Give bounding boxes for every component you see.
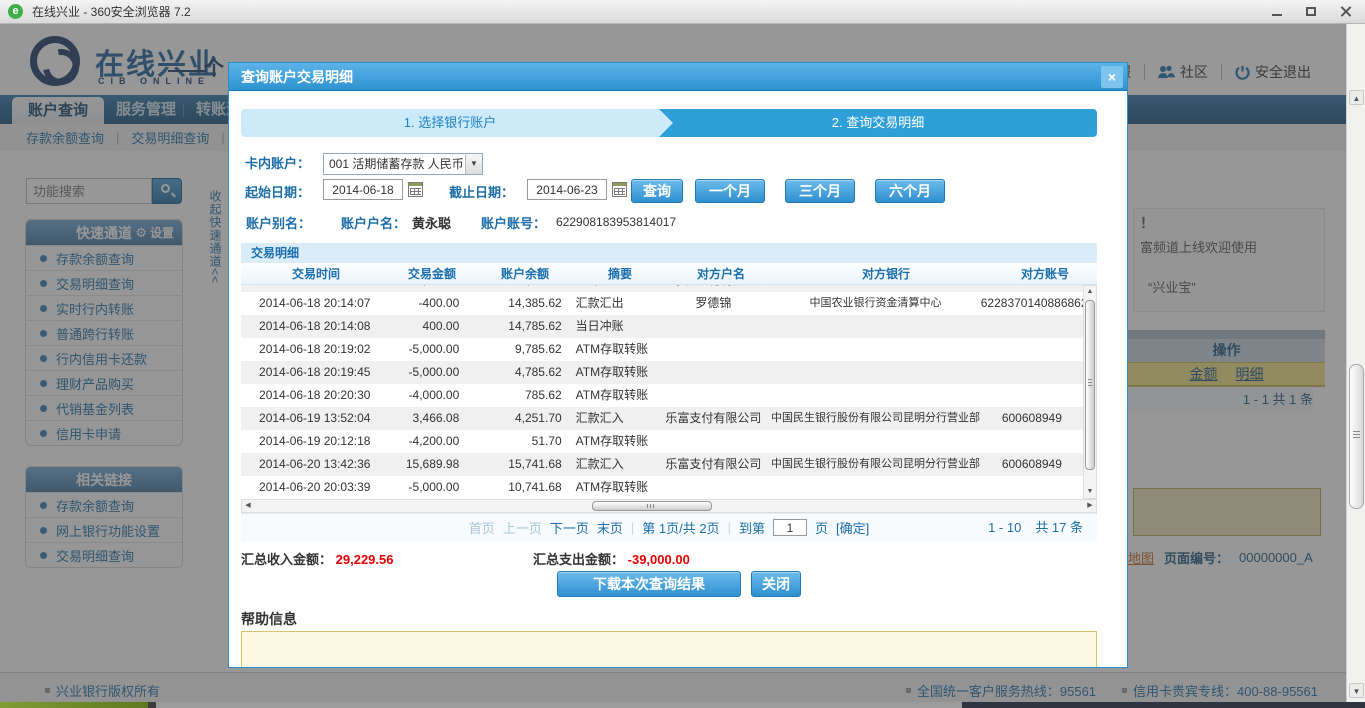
start-date-input[interactable]: [323, 179, 403, 200]
transaction-query-dialog: 查询账户交易明细 × 1. 选择银行账户 2. 查询交易明细 卡内账户： 001…: [228, 62, 1128, 668]
scrollbar-thumb[interactable]: [592, 501, 712, 511]
page-info: 第 1页/共 2页: [642, 521, 720, 536]
table-body: 2014-06-19 13:52:04 3,466.08 4,251.70 汇款…: [241, 285, 1083, 499]
col-balance: 账户余额: [500, 267, 549, 281]
close-dialog-button[interactable]: 关闭: [751, 571, 801, 597]
goto-label: 到第: [738, 521, 765, 536]
table-horizontal-scrollbar[interactable]: [241, 499, 1097, 513]
table-vertical-scrollbar[interactable]: [1083, 285, 1097, 499]
maximize-button[interactable]: [1297, 2, 1325, 21]
step-1-select-account: 1. 选择银行账户: [241, 109, 659, 137]
minimize-button[interactable]: [1263, 2, 1291, 21]
one-month-button[interactable]: 一个月: [695, 179, 765, 203]
next-page-link[interactable]: 下一页: [550, 518, 589, 537]
expense-total-value: -39,000.00: [627, 552, 690, 567]
prev-page-link[interactable]: 上一页: [503, 518, 542, 537]
col-summary: 摘要: [607, 267, 632, 281]
income-total-label: 汇总收入金额：: [241, 552, 333, 567]
col-time: 交易时间: [291, 267, 340, 281]
scroll-down-icon[interactable]: [1084, 486, 1096, 498]
table-row: 2014-06-18 20:14:07 -400.00 14,385.62 汇款…: [241, 292, 1083, 315]
date-range-row: 起始日期： 截止日期： 查询 一个月 三个月 六个月: [245, 179, 1105, 205]
table-section-title: 交易明细: [241, 243, 1097, 263]
close-icon[interactable]: ×: [1101, 66, 1123, 88]
browser-icon: e: [8, 4, 23, 19]
table-row: 2014-06-18 20:19:45 -5,000.00 4,785.62 A…: [241, 361, 1083, 384]
pagination: 首页 上一页 下一页 末页 | 第 1页/共 2页 | 到第 页 [确定] 1 …: [241, 513, 1097, 541]
start-date-label: 起始日期：: [245, 185, 311, 200]
scroll-up-icon[interactable]: [1349, 90, 1364, 105]
table-row: 2014-06-19 13:52:04 3,466.08 4,251.70 汇款…: [241, 407, 1083, 430]
divider: |: [630, 520, 635, 535]
browser-scrollbar[interactable]: [1346, 24, 1365, 702]
download-results-button[interactable]: 下载本次查询结果: [557, 571, 741, 597]
calendar-icon[interactable]: [408, 182, 423, 197]
dialog-title: 查询账户交易明细: [229, 63, 1127, 91]
income-total-value: 29,229.56: [335, 552, 394, 567]
table-header: 交易时间 交易金额 账户余额 摘要 对方户名 对方银行 对方账号: [241, 263, 1097, 285]
screen: 在线兴业 CIB ONLINE 个 客服 社区: [0, 0, 1365, 708]
window-title: 在线兴业 - 360安全浏览器 7.2: [32, 5, 191, 19]
table-row: 2014-06-20 13:42:36 15,689.98 15,741.68 …: [241, 453, 1083, 476]
end-date-label: 截止日期：: [449, 185, 515, 200]
table-row: 2014-06-18 20:20:30 -4,000.00 785.62 ATM…: [241, 384, 1083, 407]
alias-label: 账户别名：: [246, 216, 312, 231]
divider: |: [727, 520, 731, 535]
dialog-actions: 下载本次查询结果 关闭: [229, 571, 1127, 597]
scroll-right-icon[interactable]: [1084, 500, 1096, 512]
query-button[interactable]: 查询: [631, 179, 683, 203]
col-account: 对方账号: [1020, 267, 1069, 281]
account-number-value: 622908183953814017: [556, 215, 677, 229]
clipped-row: 2014-06-19 13:52:04 3,466.08 4,251.70 汇款…: [241, 285, 1083, 292]
chevron-down-icon: [465, 154, 482, 174]
account-number-label: 账户账号：: [481, 216, 547, 231]
scroll-left-icon[interactable]: [242, 500, 254, 512]
account-info-row: 账户别名： 账户户名： 黄永聪 账户账号： 622908183953814017: [246, 213, 1106, 233]
first-page-link[interactable]: 首页: [469, 518, 495, 537]
calendar-icon[interactable]: [612, 182, 627, 197]
scroll-down-icon[interactable]: [1349, 683, 1364, 698]
table-row: 2014-06-18 20:14:08 400.00 14,785.62 当日冲…: [241, 315, 1083, 338]
goto-confirm-button[interactable]: [确定]: [836, 518, 869, 537]
three-month-button[interactable]: 三个月: [785, 179, 855, 203]
end-date-input[interactable]: [527, 179, 607, 200]
goto-suffix: 页: [814, 521, 828, 536]
account-label: 卡内账户：: [245, 156, 311, 171]
summary-row: 汇总收入金额： 29,229.56 汇总支出金额： -39,000.00: [241, 549, 1097, 567]
goto-page-input[interactable]: [772, 519, 807, 536]
scrollbar-thumb[interactable]: [1349, 364, 1364, 509]
help-partial-text: 可查询卡内活期账户交易明细: [262, 664, 1096, 667]
record-range: 1 - 10 共 17 条: [988, 520, 1083, 535]
window-close-button[interactable]: [1331, 2, 1359, 21]
table-row: 2014-06-19 20:12:18 -4,200.00 51.70 ATM存…: [241, 430, 1083, 453]
step-2-query-detail: 2. 查询交易明细: [659, 109, 1097, 137]
browser-titlebar: e 在线兴业 - 360安全浏览器 7.2: [0, 0, 1365, 24]
last-page-link[interactable]: 末页: [597, 518, 623, 537]
col-bank: 对方银行: [861, 267, 910, 281]
table-row: 2014-06-20 20:03:39 -5,000.00 10,741.68 …: [241, 476, 1083, 499]
step-arrow-icon: [659, 109, 673, 137]
help-info-title: 帮助信息: [241, 611, 297, 627]
col-party: 对方户名: [696, 267, 745, 281]
six-month-button[interactable]: 六个月: [875, 179, 945, 203]
expense-total-label: 汇总支出金额：: [533, 552, 625, 567]
holder-name-value: 黄永聪: [412, 216, 452, 231]
os-taskbar[interactable]: [0, 702, 1365, 708]
scrollbar-thumb[interactable]: [1085, 300, 1095, 470]
account-select-row: 卡内账户： 001 活期储蓄存款 人民币: [245, 153, 483, 177]
step-indicator: 1. 选择银行账户 2. 查询交易明细: [241, 109, 1097, 137]
col-amount: 交易金额: [407, 267, 456, 281]
table-row: 2014-06-18 20:19:02 -5,000.00 9,785.62 A…: [241, 338, 1083, 361]
taskbar-tray-segment: [962, 702, 1365, 708]
help-info-box: 可查询卡内活期账户交易明细: [241, 631, 1097, 667]
divider: [148, 702, 156, 708]
account-select[interactable]: 001 活期储蓄存款 人民币: [323, 153, 483, 175]
scroll-up-icon[interactable]: [1084, 286, 1096, 298]
holder-name-label: 账户户名：: [341, 216, 407, 231]
taskbar-start-segment: [0, 702, 148, 708]
